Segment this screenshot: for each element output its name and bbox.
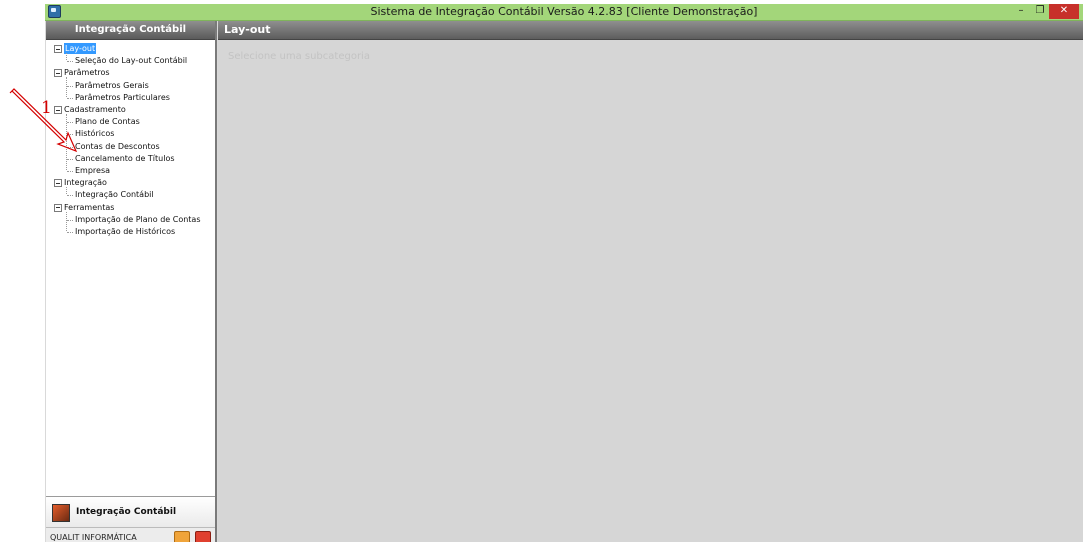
tree-leaf-2-3[interactable]: Cancelamento de Títulos <box>75 153 175 164</box>
tree-leaf-1-1[interactable]: Parâmetros Particulares <box>75 92 170 103</box>
tree-connector <box>66 53 67 61</box>
tree-connector <box>66 187 67 195</box>
tree-connector <box>67 146 73 148</box>
power-icon[interactable] <box>195 531 211 542</box>
tree-leaf-4-1[interactable]: Importação de Históricos <box>75 226 175 237</box>
navigation-sidebar: Integração Contábil Lay-out Seleção do La… <box>46 21 217 542</box>
tree-leaf-4-0[interactable]: Importação de Plano de Contas <box>75 214 201 225</box>
help-icon[interactable] <box>174 531 190 542</box>
close-button[interactable]: ✕ <box>1049 4 1079 19</box>
tree-connector <box>66 211 67 231</box>
window-title: Sistema de Integração Contábil Versão 4.… <box>370 5 758 18</box>
tree-node-1[interactable]: Parâmetros <box>64 67 110 78</box>
tree-connector <box>67 158 73 160</box>
nav-footer-label: Integração Contábil <box>76 507 177 517</box>
tree-node-4[interactable]: Ferramentas <box>64 202 114 213</box>
nav-footer-button[interactable]: Integração Contábil <box>46 496 215 527</box>
tree-node-2[interactable]: Cadastramento <box>64 104 126 115</box>
tree-leaf-0-0[interactable]: Seleção do Lay-out Contábil <box>75 55 187 66</box>
tree-connector <box>67 85 73 87</box>
tree-leaf-1-0[interactable]: Parâmetros Gerais <box>75 80 149 91</box>
integration-module-icon <box>52 504 70 522</box>
tree-connector <box>67 219 73 221</box>
tree-expander-icon[interactable] <box>54 69 62 78</box>
tree-node-0[interactable]: Lay-out <box>64 43 97 54</box>
tree-leaf-2-4[interactable]: Empresa <box>75 165 110 176</box>
tree-node-3[interactable]: Integração <box>64 177 107 188</box>
tree-connector <box>67 61 73 63</box>
tree-connector <box>67 134 73 136</box>
title-bar[interactable]: Sistema de Integração Contábil Versão 4.… <box>45 4 1083 21</box>
tree-connector <box>67 171 73 172</box>
tree-expander-icon[interactable] <box>54 179 62 188</box>
tree-expander-icon[interactable] <box>54 106 62 114</box>
tree-leaf-2-0[interactable]: Plano de Contas <box>75 116 140 127</box>
tree-connector <box>67 97 73 99</box>
tree-connector <box>67 232 73 233</box>
minimize-button[interactable]: – <box>1013 4 1029 19</box>
tree-connector <box>67 122 73 124</box>
tree-leaf-2-2[interactable]: Contas de Descontos <box>75 141 160 152</box>
tree-expander-icon[interactable] <box>54 45 62 53</box>
company-name: QUALIT INFORMÁTICA <box>50 533 137 542</box>
annotation-number: 1 <box>41 98 52 118</box>
content-header: Lay-out <box>218 21 1083 40</box>
status-strip: QUALIT INFORMÁTICA <box>46 527 215 542</box>
tree-leaf-2-1[interactable]: Históricos <box>75 128 114 139</box>
content-hint: Selecione uma subcategoria <box>228 51 370 62</box>
tree-connector <box>67 195 73 197</box>
application-window: Sistema de Integração Contábil Versão 4.… <box>45 4 1083 542</box>
tree-leaf-3-0[interactable]: Integração Contábil <box>75 189 154 200</box>
restore-button[interactable]: ❐ <box>1032 4 1048 19</box>
tree-connector <box>66 77 67 97</box>
sidebar-header: Integração Contábil <box>46 21 215 40</box>
content-panel: Lay-out Selecione uma subcategoria <box>218 21 1083 542</box>
tree-expander-icon[interactable] <box>54 203 62 212</box>
